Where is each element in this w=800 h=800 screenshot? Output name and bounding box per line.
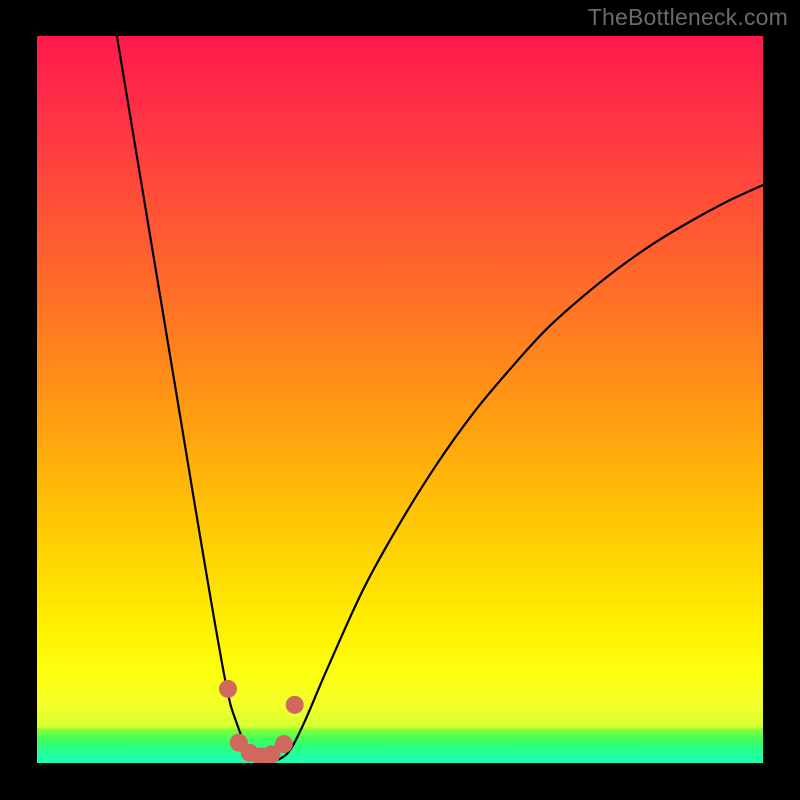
chart-root: TheBottleneck.com bbox=[0, 0, 800, 800]
trough-marker bbox=[286, 696, 304, 714]
watermark-text: TheBottleneck.com bbox=[588, 4, 788, 31]
curve-layer bbox=[37, 36, 763, 763]
trough-marker bbox=[275, 735, 293, 753]
plot-area bbox=[37, 36, 763, 763]
bottleneck-curve bbox=[117, 36, 763, 761]
trough-marker bbox=[219, 680, 237, 698]
